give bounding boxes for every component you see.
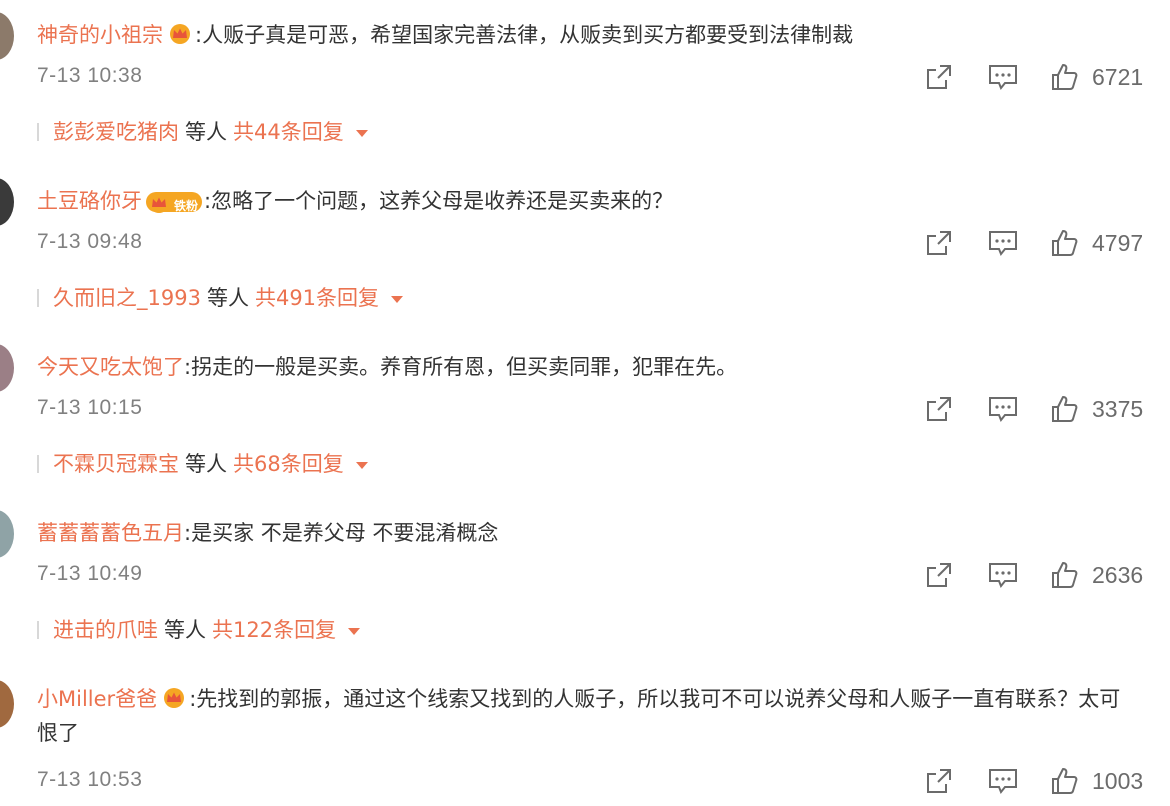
reply-divider	[37, 621, 39, 639]
reply-username[interactable]: 彭彭爱吃猪肉	[53, 120, 179, 144]
reply-button[interactable]	[987, 558, 1019, 592]
crown-icon	[167, 21, 193, 44]
share-icon	[927, 563, 951, 587]
reply-username[interactable]: 不霖贝冠霖宝	[53, 452, 179, 476]
reply-total-link[interactable]: 共44条回复	[233, 120, 344, 144]
comment-username[interactable]: 神奇的小祖宗	[37, 23, 163, 47]
comment-body: 是买家 不是养父母 不要混淆概念	[191, 521, 499, 545]
fan-badge: 铁粉	[146, 192, 203, 214]
comment-icon	[989, 563, 1017, 588]
reply-connector: 等人	[206, 286, 249, 310]
comment-time: 7-13 10:15	[37, 396, 143, 419]
share-button[interactable]	[924, 60, 954, 94]
reply-total-link[interactable]: 共491条回复	[255, 286, 379, 310]
comment-icon	[989, 769, 1017, 794]
comment-icon	[989, 397, 1017, 422]
avatar[interactable]	[0, 344, 14, 392]
reply-button[interactable]	[987, 60, 1019, 94]
share-button[interactable]	[924, 764, 954, 798]
like-count: 4797	[1092, 229, 1144, 256]
reply-divider	[37, 123, 39, 141]
like-button[interactable]: 2636	[1050, 558, 1143, 592]
comment-username[interactable]: 蓄蓄蓄蓄色五月	[37, 521, 184, 545]
comment-meta: 7-13 09:48 4797	[37, 226, 1148, 260]
comment-meta: 7-13 10:38 6721	[37, 60, 1148, 94]
reply-summary[interactable]: 进击的爪哇 等人 共122条回复	[37, 615, 361, 645]
share-icon	[927, 231, 951, 255]
like-button[interactable]: 1003	[1050, 764, 1143, 798]
comment-meta: 7-13 10:15 3375	[37, 392, 1148, 426]
avatar[interactable]	[0, 178, 14, 226]
avatar[interactable]	[0, 510, 14, 558]
share-icon	[927, 397, 951, 421]
share-icon	[927, 769, 951, 793]
reply-connector: 等人	[185, 120, 227, 144]
like-button[interactable]: 3375	[1050, 392, 1143, 426]
comment-username[interactable]: 今天又吃太饱了	[37, 355, 184, 379]
comment-icon	[989, 231, 1017, 256]
comment-time: 7-13 10:53	[37, 768, 143, 791]
caret-down-icon[interactable]	[391, 296, 404, 303]
reply-connector: 等人	[164, 618, 206, 642]
share-icon	[927, 65, 951, 89]
comment-text-line: 土豆硌你牙 铁粉:忽略了一个问题，这养父母是收养还是买卖来的？	[37, 184, 1150, 218]
comment-body: 忽略了一个问题，这养父母是收养还是买卖来的？	[211, 189, 674, 213]
reply-connector: 等人	[185, 452, 227, 476]
comment-time: 7-13 10:49	[37, 562, 143, 585]
reply-divider	[37, 455, 39, 473]
avatar[interactable]	[0, 680, 14, 728]
comment-time: 7-13 10:38	[37, 64, 143, 87]
comment-text-line: 今天又吃太饱了:拐走的一般是买卖。养育所有恩，但买卖同罪，犯罪在先。	[37, 350, 1150, 384]
like-icon	[1052, 230, 1078, 256]
comment-text-line: 蓄蓄蓄蓄色五月:是买家 不是养父母 不要混淆概念	[37, 516, 1150, 550]
comment-body: 先找到的郭振，通过这个线索又找到的人贩子，所以我可不可以说养父母和人贩子一直有联…	[37, 687, 1121, 745]
like-button[interactable]: 4797	[1050, 226, 1143, 260]
like-icon	[1052, 64, 1078, 90]
share-button[interactable]	[924, 392, 954, 426]
comment-username[interactable]: 土豆硌你牙	[37, 189, 142, 213]
reply-summary[interactable]: 久而旧之_1993 等人 共491条回复	[37, 283, 404, 313]
like-count: 6721	[1092, 63, 1144, 90]
comment-icon	[989, 65, 1017, 90]
like-icon	[1052, 768, 1078, 794]
caret-down-icon[interactable]	[355, 130, 368, 137]
comment-username[interactable]: 小Miller爸爸	[37, 687, 157, 711]
fan-badge-label: 铁粉	[174, 199, 199, 213]
comment-body: 人贩子真是可恶，希望国家完善法律，从贩卖到买方都要受到法律制裁	[202, 23, 854, 47]
reply-button[interactable]	[987, 764, 1019, 798]
like-icon	[1052, 396, 1078, 422]
like-icon	[1052, 562, 1078, 588]
like-count: 3375	[1092, 395, 1144, 422]
avatar[interactable]	[0, 12, 14, 60]
comment-text-line: 神奇的小祖宗:人贩子真是可恶，希望国家完善法律，从贩卖到买方都要受到法律制裁	[37, 18, 1150, 52]
reply-button[interactable]	[987, 226, 1019, 260]
comment-meta: 7-13 10:49 2636	[37, 558, 1148, 592]
caret-down-icon[interactable]	[355, 462, 368, 469]
like-button[interactable]: 6721	[1050, 60, 1143, 94]
like-count: 2636	[1092, 561, 1144, 588]
comment-text-line: 小Miller爸爸:先找到的郭振，通过这个线索又找到的人贩子，所以我可不可以说养…	[37, 682, 1140, 750]
crown-icon	[146, 192, 172, 214]
share-button[interactable]	[924, 226, 954, 260]
reply-divider	[37, 289, 39, 307]
crown-icon	[161, 685, 187, 708]
reply-button[interactable]	[987, 392, 1019, 426]
comment-time: 7-13 09:48	[37, 230, 143, 253]
reply-summary[interactable]: 不霖贝冠霖宝 等人 共68条回复	[37, 449, 368, 479]
share-button[interactable]	[924, 558, 954, 592]
reply-total-link[interactable]: 共68条回复	[233, 452, 344, 476]
comment-meta: 7-13 10:53 1003	[37, 764, 1148, 798]
reply-summary[interactable]: 彭彭爱吃猪肉 等人 共44条回复	[37, 117, 368, 147]
caret-down-icon[interactable]	[348, 628, 361, 635]
reply-username[interactable]: 进击的爪哇	[53, 618, 158, 642]
reply-total-link[interactable]: 共122条回复	[212, 618, 336, 642]
like-count: 1003	[1092, 767, 1144, 794]
reply-username[interactable]: 久而旧之_1993	[53, 286, 201, 310]
comment-body: 拐走的一般是买卖。养育所有恩，但买卖同罪，犯罪在先。	[191, 355, 738, 379]
